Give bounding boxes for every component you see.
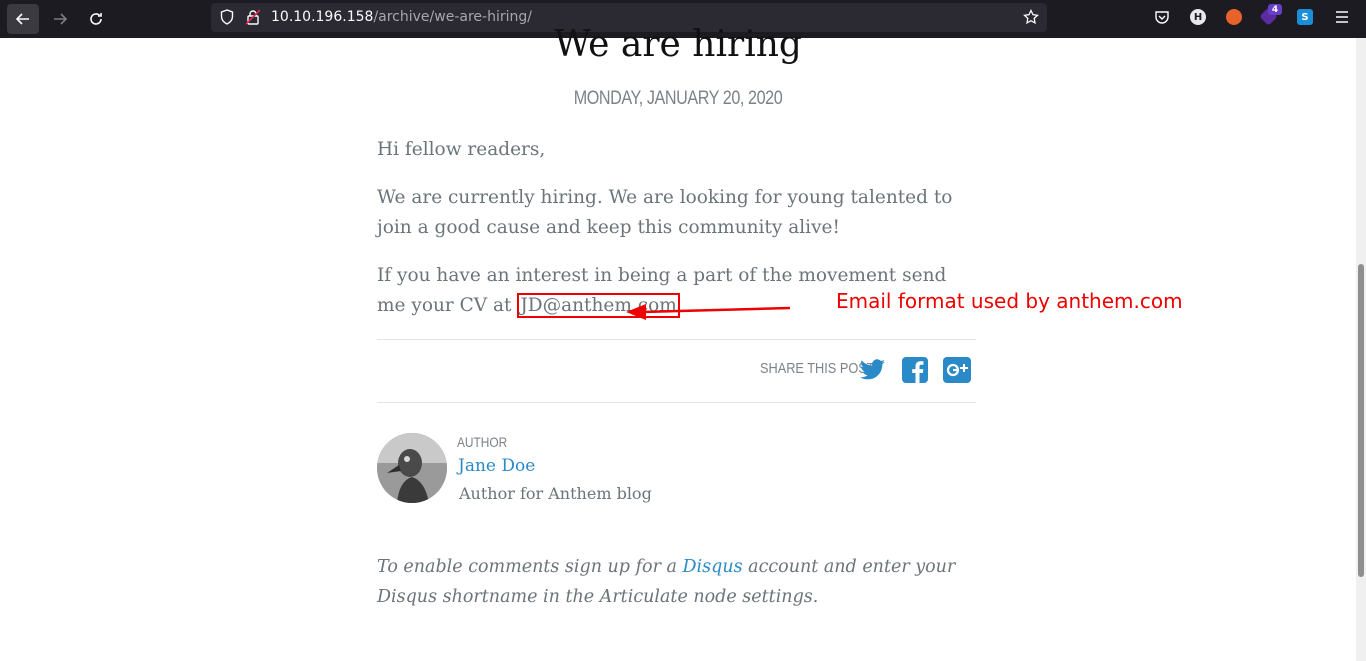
twitter-icon[interactable] bbox=[859, 356, 887, 384]
pocket-icon[interactable] bbox=[1154, 9, 1170, 25]
author-avatar bbox=[377, 433, 447, 503]
author-label: AUTHOR bbox=[457, 434, 508, 450]
hiring-paragraph: We are currently hiring. We are looking … bbox=[377, 187, 953, 238]
shield-icon[interactable] bbox=[219, 9, 235, 25]
comments-prefix: To enable comments sign up for a bbox=[377, 557, 683, 577]
url-path: /archive/we-are-hiring/ bbox=[373, 9, 532, 25]
comments-notice: To enable comments sign up for a Disqus … bbox=[377, 552, 987, 612]
author-bio: Author for Anthem blog bbox=[459, 484, 652, 503]
insecure-lock-icon[interactable] bbox=[245, 9, 261, 25]
greeting-text: Hi fellow readers, bbox=[377, 139, 546, 160]
author-name-link[interactable]: Jane Doe bbox=[458, 456, 535, 476]
post-title: We are hiring bbox=[554, 24, 802, 65]
url-host: 10.10.196.158 bbox=[271, 9, 374, 25]
annotation-text: Email format used by anthem.com bbox=[836, 289, 1183, 313]
profile-h-icon[interactable]: H bbox=[1190, 9, 1206, 25]
extension-badge: 4 bbox=[1268, 4, 1282, 15]
divider bbox=[377, 339, 976, 340]
facebook-icon[interactable] bbox=[901, 356, 929, 384]
post-date: MONDAY, JANUARY 20, 2020 bbox=[573, 88, 783, 109]
divider bbox=[377, 402, 976, 403]
bookmark-star-icon[interactable] bbox=[1023, 9, 1039, 25]
annotation-arrow-icon bbox=[626, 304, 791, 320]
scrollbar-thumb[interactable] bbox=[1358, 264, 1364, 577]
disqus-link[interactable]: Disqus bbox=[683, 557, 743, 577]
google-plus-icon[interactable] bbox=[943, 356, 971, 384]
share-label: SHARE THIS POST bbox=[760, 360, 875, 377]
hamburger-menu-icon[interactable] bbox=[1334, 9, 1350, 25]
s-extension-icon[interactable]: S bbox=[1297, 9, 1313, 25]
fox-extension-icon[interactable] bbox=[1226, 9, 1242, 25]
url-text[interactable]: 10.10.196.158/archive/we-are-hiring/ bbox=[271, 9, 532, 25]
